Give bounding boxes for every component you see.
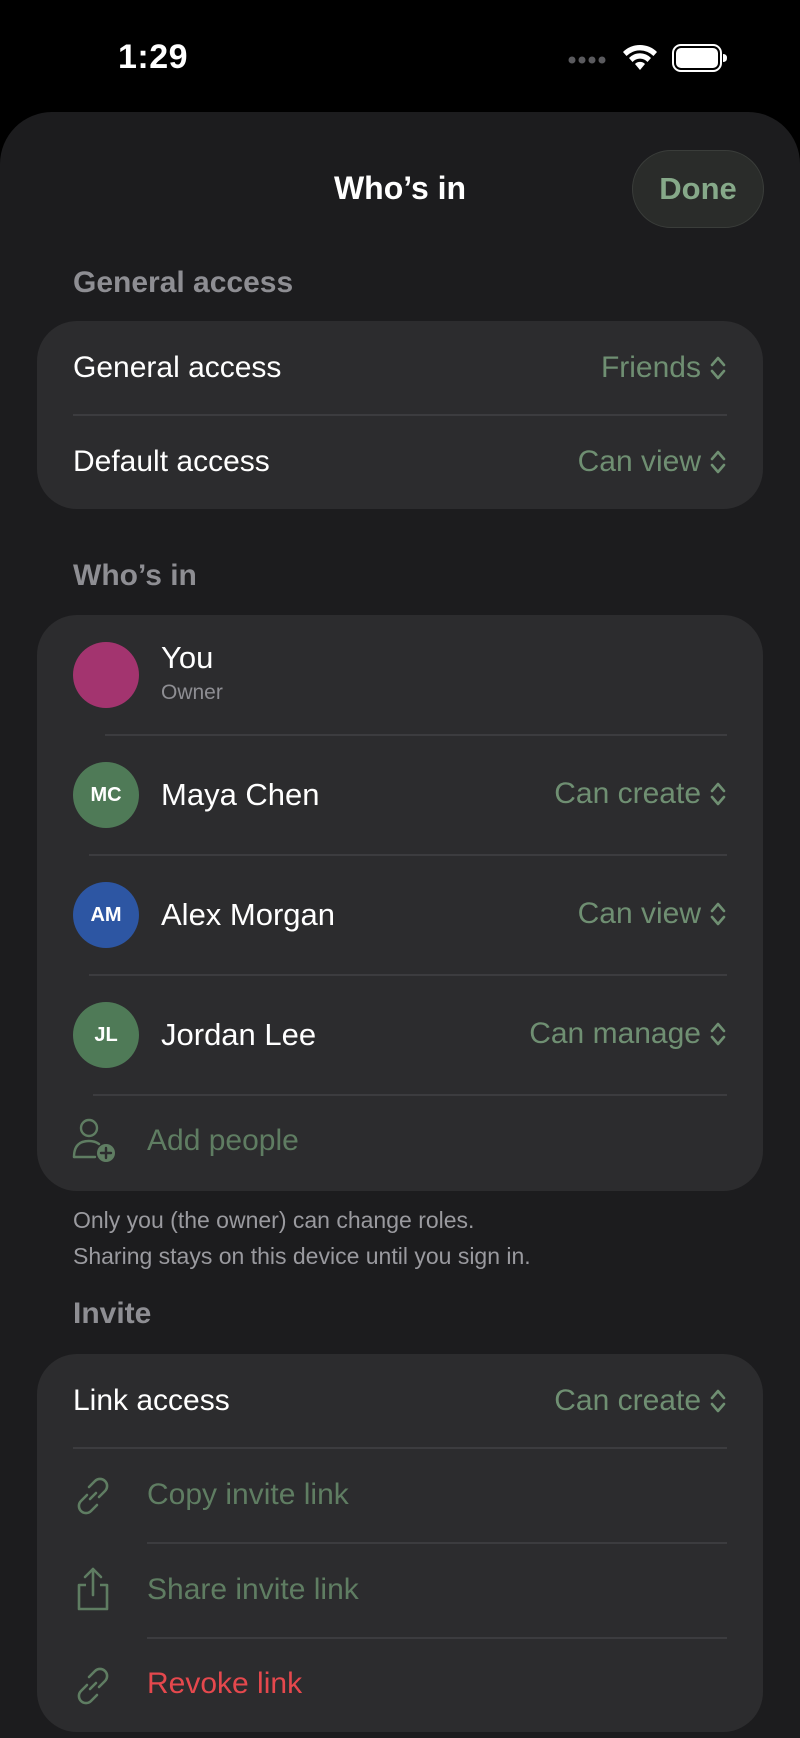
footnote-line: Only you (the owner) can change roles. [73, 1207, 475, 1233]
member-row: AM Alex Morgan Can view [37, 855, 763, 975]
share-sheet: Who’s in Done General access General acc… [0, 112, 800, 1738]
status-time: 1:29 [118, 38, 189, 76]
whos-in-group: You Owner MC Maya Chen Can create AM Ale… [37, 615, 763, 1191]
member-role-picker[interactable]: Can manage [529, 1017, 727, 1051]
member-row: JL Jordan Lee Can manage [37, 975, 763, 1095]
general-access-label: General access [73, 351, 282, 384]
copy-invite-link-button[interactable]: Copy invite link [37, 1448, 763, 1543]
status-icons [568, 44, 728, 77]
chevron-up-down-icon [709, 1387, 727, 1415]
default-access-row[interactable]: Default access Can view [37, 415, 763, 509]
link-access-label: Link access [73, 1384, 230, 1417]
default-access-value: Can view [577, 445, 701, 478]
member-role-value: Can manage [529, 1017, 701, 1050]
avatar: MC [73, 762, 139, 828]
member-role-value: Can create [554, 777, 701, 810]
invite-group: Link access Can create Copy invite link [37, 1354, 763, 1732]
member-name: Jordan Lee [161, 1017, 317, 1052]
footnote-line: Sharing stays on this device until you s… [73, 1243, 531, 1269]
chevron-up-down-icon [709, 780, 727, 808]
link-access-row[interactable]: Link access Can create [37, 1354, 763, 1448]
member-role-static: Owner [161, 681, 223, 704]
member-role-value: Can view [577, 897, 701, 930]
link-icon [71, 1664, 115, 1713]
avatar: AM [73, 882, 139, 948]
add-people-button[interactable]: Add people [37, 1095, 763, 1191]
share-icon [71, 1565, 115, 1618]
avatar [73, 642, 139, 708]
invite-section-label: Invite [73, 1297, 152, 1330]
sheet-header: Who’s in Done [0, 112, 800, 262]
member-row: MC Maya Chen Can create [37, 735, 763, 855]
signal-dots-icon [568, 52, 608, 70]
general-access-value: Friends [600, 351, 701, 384]
wifi-icon [622, 44, 658, 77]
general-access-picker[interactable]: Friends [601, 351, 727, 385]
whos-in-section-label: Who’s in [73, 559, 197, 592]
footnote: Only you (the owner) can change roles. S… [73, 1202, 531, 1274]
general-access-section-label: General access [73, 266, 294, 299]
general-access-row[interactable]: General access Friends [37, 321, 763, 415]
revoke-link-button[interactable]: Revoke link [37, 1638, 763, 1732]
status-bar: 1:29 [0, 0, 800, 112]
share-invite-link-label: Share invite link [147, 1573, 359, 1606]
copy-invite-link-label: Copy invite link [147, 1478, 349, 1511]
share-invite-link-button[interactable]: Share invite link [37, 1543, 763, 1638]
member-name: You [161, 640, 214, 675]
default-access-label: Default access [73, 445, 270, 478]
member-role-picker[interactable]: Can view [578, 897, 727, 931]
general-access-group: General access Friends Default access Ca… [37, 321, 763, 509]
revoke-link-label: Revoke link [147, 1667, 303, 1700]
battery-icon [672, 44, 728, 77]
chevron-up-down-icon [709, 1020, 727, 1048]
done-button[interactable]: Done [632, 150, 764, 228]
chevron-up-down-icon [709, 900, 727, 928]
add-people-label: Add people [147, 1124, 299, 1157]
link-access-picker[interactable]: Can create [554, 1384, 727, 1418]
chevron-up-down-icon [709, 448, 727, 476]
add-person-icon [71, 1117, 117, 1168]
link-icon [71, 1474, 115, 1523]
avatar: JL [73, 1002, 139, 1068]
member-role-picker[interactable]: Can create [554, 777, 727, 811]
member-name: Maya Chen [161, 777, 320, 812]
member-row-owner: You Owner [37, 615, 763, 735]
member-name: Alex Morgan [161, 897, 336, 932]
link-access-value: Can create [554, 1384, 701, 1417]
chevron-up-down-icon [709, 354, 727, 382]
default-access-picker[interactable]: Can view [578, 445, 727, 479]
